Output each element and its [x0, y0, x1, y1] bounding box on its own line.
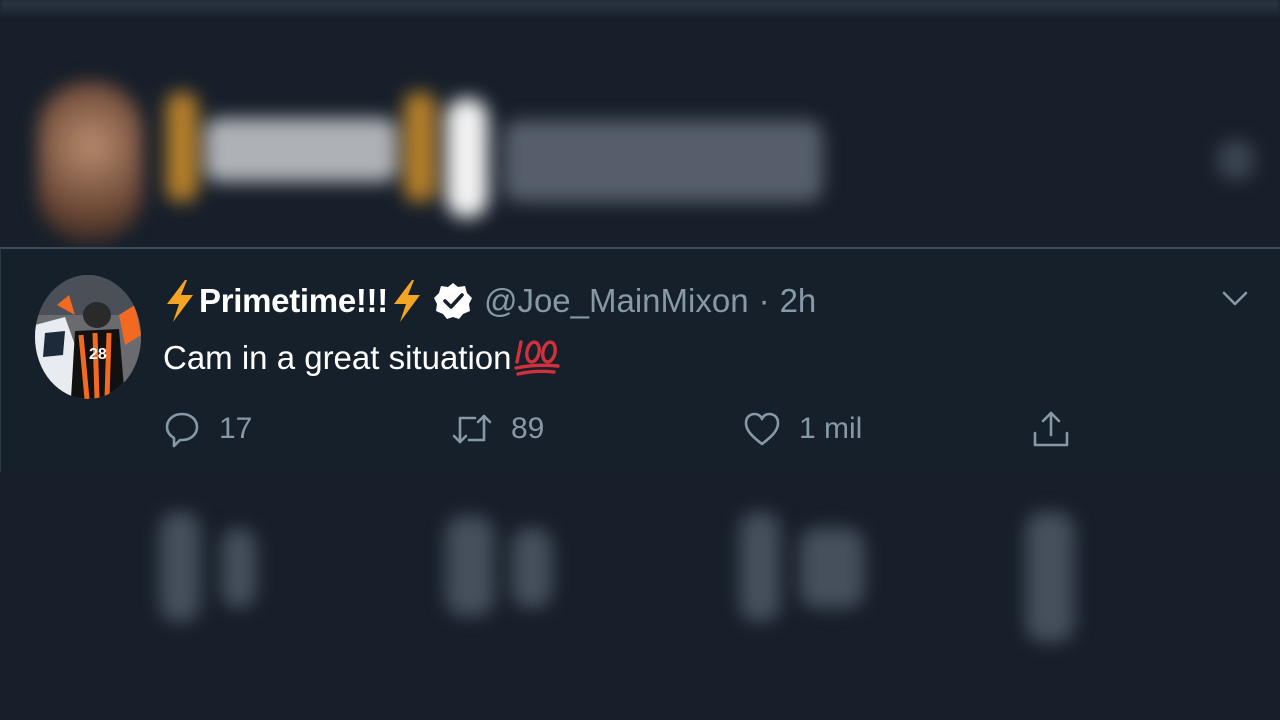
retweet-button[interactable]: 89	[451, 399, 544, 459]
lightning-emoji-icon	[393, 280, 420, 322]
blurred-count	[800, 528, 864, 608]
tweet-text-content: Cam in a great situation	[163, 339, 512, 376]
blurred-icon	[1026, 512, 1074, 642]
separator-dot: ·	[758, 282, 770, 319]
reply-icon	[165, 412, 199, 448]
tweet-header: Primetime!!! @Joe_MainMixon · 2h	[163, 273, 816, 329]
share-button[interactable]	[1031, 399, 1071, 459]
reply-count: 17	[219, 412, 253, 445]
display-name[interactable]: Primetime!!!	[199, 282, 388, 320]
blurred-count	[222, 528, 256, 608]
avatar-jersey-number: 28	[89, 346, 107, 363]
lightning-emoji-icon	[167, 280, 193, 322]
share-icon	[1033, 411, 1069, 447]
blurred-icon	[446, 516, 494, 616]
blurred-row-below	[0, 472, 1280, 720]
tweet-actions: 17 89 1 mil	[1, 399, 1280, 459]
blurred-name	[205, 118, 397, 182]
tweet-text: Cam in a great situation	[163, 333, 560, 383]
blurred-icon	[160, 512, 200, 622]
hundred-points-emoji-icon	[513, 340, 560, 376]
blurred-menu-icon	[1218, 140, 1254, 180]
heart-icon	[744, 412, 780, 446]
chevron-down-icon[interactable]	[1219, 287, 1251, 311]
blurred-avatar	[38, 82, 143, 242]
avatar-photo: 28	[35, 275, 141, 399]
tweet-card[interactable]: 28 Primetime!!! @Joe_MainMixon · 2h Cam …	[0, 247, 1280, 472]
like-count: 1 mil	[799, 412, 863, 445]
blurred-bolt-icon	[404, 92, 436, 202]
user-handle[interactable]: @Joe_MainMixon	[484, 282, 749, 320]
blurred-icon	[740, 512, 780, 622]
blurred-tweet-above	[0, 0, 1280, 248]
blurred-bolt-icon	[166, 92, 198, 202]
blurred-badge	[446, 98, 488, 218]
avatar[interactable]: 28	[35, 275, 141, 399]
retweet-icon	[452, 414, 492, 444]
blurred-count	[512, 528, 552, 608]
timestamp[interactable]: 2h	[780, 282, 817, 320]
verified-badge-icon	[433, 283, 472, 319]
blurred-handle	[503, 120, 823, 202]
retweet-count: 89	[511, 412, 545, 445]
reply-button[interactable]: 17	[163, 399, 252, 459]
like-button[interactable]: 1 mil	[743, 399, 862, 459]
